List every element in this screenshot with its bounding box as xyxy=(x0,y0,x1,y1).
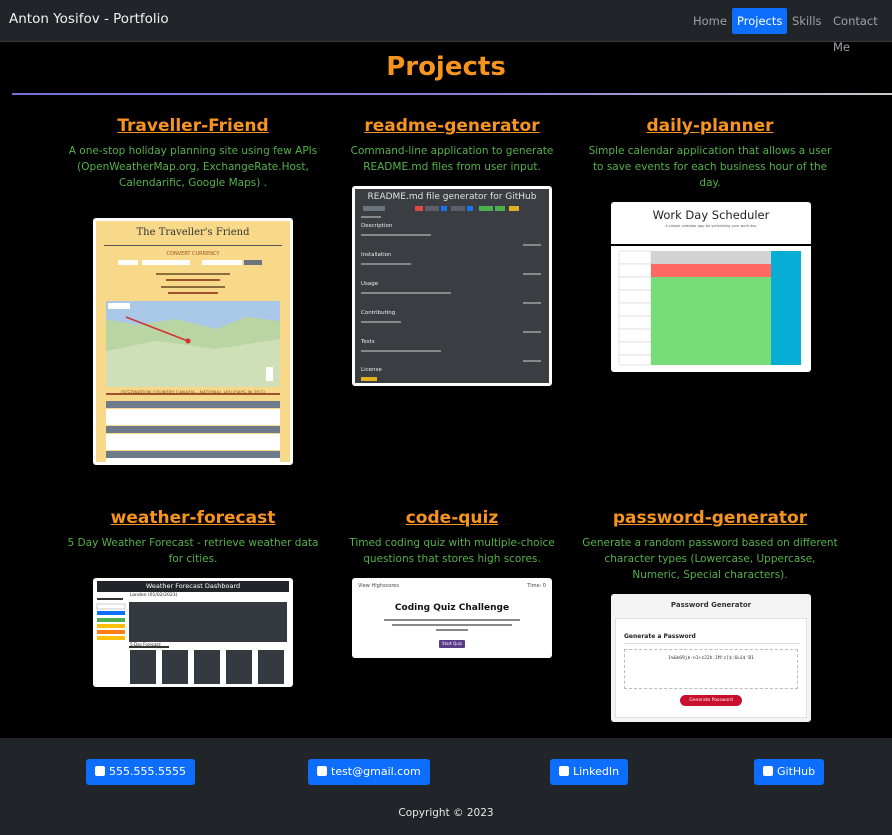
project-screenshot-weather[interactable]: Weather Forecast Dashboard London (01/02… xyxy=(93,578,293,687)
thumb-heading: Password Generator xyxy=(670,601,752,609)
github-button[interactable]: GitHub xyxy=(754,759,825,785)
thumb-planner-graphic xyxy=(611,244,811,366)
linkedin-icon xyxy=(559,766,569,776)
project-title-link[interactable]: code-quiz xyxy=(322,508,582,528)
email-button[interactable]: test@gmail.com xyxy=(308,759,430,785)
project-title-link[interactable]: password-generator xyxy=(580,508,840,528)
password-label: Generate a Password xyxy=(624,633,696,640)
copyright-text: Copyright © 2023 xyxy=(398,807,494,819)
project-description: A one-stop holiday planning site using f… xyxy=(68,145,318,189)
thumb-map-graphic xyxy=(106,260,280,462)
navbar: Anton Yosifov - Portfolio Home Projects … xyxy=(0,0,892,54)
password-divider xyxy=(624,643,800,644)
footer: 555.555.5555 test@gmail.com LinkedIn Git… xyxy=(0,738,892,835)
readme-section-license: License xyxy=(361,367,382,373)
readme-section-contributing: Contributing xyxy=(361,310,396,316)
linkedin-button[interactable]: LinkedIn xyxy=(550,759,629,785)
section-title: Projects xyxy=(386,52,506,82)
project-screenshot-quiz[interactable]: View Highscores Time: 0 Coding Quiz Chal… xyxy=(352,578,552,658)
nav-projects[interactable]: Projects xyxy=(732,8,788,34)
thumb-weather-graphic xyxy=(96,598,287,684)
nav-home[interactable]: Home xyxy=(688,8,732,34)
password-card: Generate a Password 1%&b69j$-n1+z22h.1M!… xyxy=(615,618,807,718)
project-description: Simple calendar application that allows … xyxy=(588,145,832,189)
phone-label: 555.555.5555 xyxy=(109,765,186,778)
nav-contact[interactable]: Contact Me xyxy=(828,8,892,54)
project-card-readme: readme-generator Command-line applicatio… xyxy=(322,116,582,175)
envelope-icon xyxy=(317,766,327,776)
brand-title[interactable]: Anton Yosifov - Portfolio xyxy=(9,11,169,27)
project-title-link[interactable]: daily-planner xyxy=(580,116,840,136)
readme-section-description: Description xyxy=(361,223,393,229)
generate-password-button: Generate Password xyxy=(680,695,742,706)
title-divider xyxy=(12,93,892,95)
thumb-holidays-caption: DESTINATION COUNTRY CANADA - NATIONAL HO… xyxy=(120,391,266,396)
weather-city: London (01/02/2023) xyxy=(130,593,178,598)
linkedin-label: LinkedIn xyxy=(573,765,620,778)
project-card-quiz: code-quiz Timed coding quiz with multipl… xyxy=(322,508,582,567)
project-screenshot-readme[interactable]: README.md file generator for GitHub Desc… xyxy=(352,186,552,386)
project-card-traveller: Traveller-Friend A one-stop holiday plan… xyxy=(63,116,323,191)
project-screenshot-planner[interactable]: Work Day Scheduler A simple calendar app… xyxy=(611,202,811,372)
github-icon xyxy=(763,766,773,776)
quiz-start-button: Start Quiz xyxy=(439,640,465,648)
project-title-link[interactable]: readme-generator xyxy=(322,116,582,136)
project-description: 5 Day Weather Forecast - retrieve weathe… xyxy=(67,537,319,565)
project-title-link[interactable]: weather-forecast xyxy=(63,508,323,528)
project-title-link[interactable]: Traveller-Friend xyxy=(63,116,323,136)
project-card-planner: daily-planner Simple calendar applicatio… xyxy=(580,116,840,191)
project-screenshot-password[interactable]: Password Generator Generate a Password 1… xyxy=(611,594,811,722)
project-screenshot-traveller[interactable]: The Traveller's Friend CONVERT CURRENCY … xyxy=(93,218,293,465)
project-description: Timed coding quiz with multiple-choice q… xyxy=(349,537,555,565)
project-description: Command-line application to generate REA… xyxy=(350,145,554,173)
readme-section-tests: Tests xyxy=(361,339,375,345)
project-card-password: password-generator Generate a random pas… xyxy=(580,508,840,583)
readme-section-installation: Installation xyxy=(361,252,392,258)
phone-button[interactable]: 555.555.5555 xyxy=(86,759,195,785)
password-output: 1%&b69j$-n1+z22h.1M!z[$:6L£$'B1 xyxy=(624,649,798,689)
email-label: test@gmail.com xyxy=(331,765,421,778)
github-label: GitHub xyxy=(777,765,816,778)
project-card-weather: weather-forecast 5 Day Weather Forecast … xyxy=(63,508,323,567)
thumb-readme-graphic xyxy=(361,206,541,381)
project-description: Generate a random password based on diff… xyxy=(582,537,838,581)
readme-section-usage: Usage xyxy=(361,281,379,287)
weather-forecast-label: 5-Day Forecast: xyxy=(130,642,162,647)
nav-skills[interactable]: Skills xyxy=(787,8,827,34)
phone-icon xyxy=(95,766,105,776)
